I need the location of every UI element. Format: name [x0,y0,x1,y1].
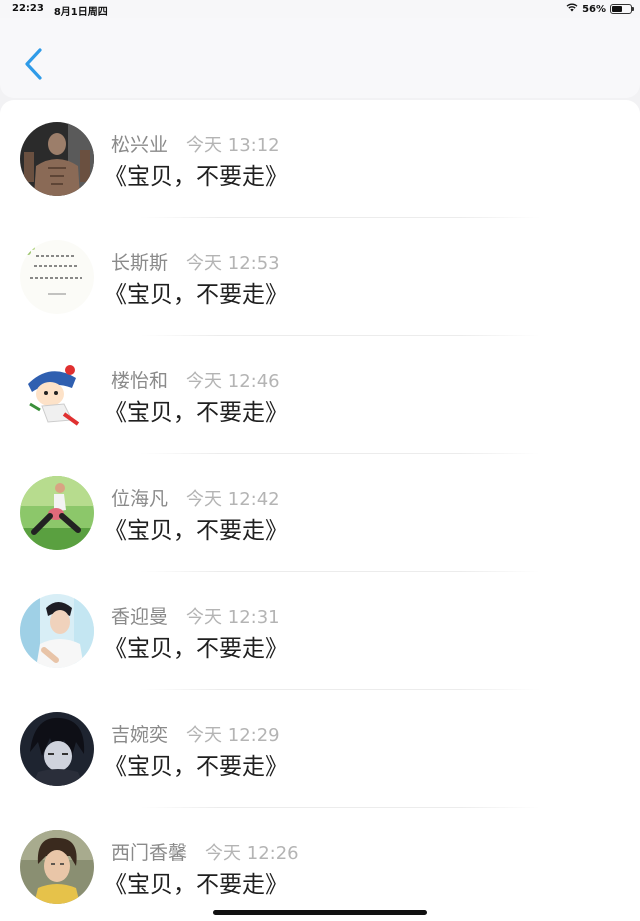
battery-percent: 56% [582,3,606,15]
message-text: 《宝贝，不要走》 [104,754,288,780]
status-right: 56% [566,3,634,15]
message-time: 今天 12:53 [186,253,280,274]
message-text: 《宝贝，不要走》 [104,282,288,308]
message-text: 《宝贝，不要走》 [104,400,288,426]
sender-name-text: 香迎曼 [111,606,169,628]
sender-name: 西门香馨 今天 12:26 [111,838,299,865]
sender-name: 楼怡和 今天 12:46 [111,366,280,393]
sender-name-text: 吉婉奕 [111,724,169,746]
message-time: 今天 13:12 [186,135,280,156]
avatar[interactable] [20,594,94,668]
sender-name: 位海凡 今天 12:42 [111,484,280,511]
back-button[interactable] [18,44,50,84]
avatar[interactable] [20,830,94,904]
avatar[interactable] [20,358,94,432]
sender-name-text: 长斯斯 [111,252,169,274]
sender-name-text: 楼怡和 [111,370,169,392]
navigation-bar [0,18,640,98]
message-time: 今天 12:26 [205,843,299,864]
message-text: 《宝贝，不要走》 [104,518,288,544]
wifi-icon [566,3,578,15]
message-text: 《宝贝，不要走》 [104,636,288,662]
status-left: 22:23 8月1日周四 [12,3,108,18]
avatar[interactable] [20,476,94,550]
battery-icon [610,4,634,14]
status-bar: 22:23 8月1日周四 56% [0,0,640,18]
list-item[interactable]: 香迎曼 今天 12:31 《宝贝，不要走》 [0,572,640,690]
sender-name-text: 位海凡 [111,488,169,510]
sender-name: 长斯斯 今天 12:53 [111,248,280,275]
avatar[interactable] [20,122,94,196]
avatar[interactable] [20,712,94,786]
message-text: 《宝贝，不要走》 [104,872,288,898]
message-time: 今天 12:42 [186,489,280,510]
message-time: 今天 12:31 [186,607,280,628]
sender-name: 香迎曼 今天 12:31 [111,602,280,629]
sender-name: 吉婉奕 今天 12:29 [111,720,280,747]
sender-name-text: 西门香馨 [111,842,188,864]
list-item[interactable]: 位海凡 今天 12:42 《宝贝，不要走》 [0,454,640,572]
status-time: 22:23 [12,3,44,14]
chevron-left-icon [25,48,42,80]
home-indicator[interactable] [213,910,427,915]
message-text: 《宝贝，不要走》 [104,164,288,190]
sender-name: 松兴业 今天 13:12 [111,130,280,157]
battery-level [612,6,623,12]
list-item[interactable]: 西门香馨 今天 12:26 《宝贝，不要走》 [0,808,640,921]
message-list[interactable]: 松兴业 今天 13:12 《宝贝，不要走》 长斯斯 今天 12:53 《宝贝，不要走… [0,100,640,921]
message-time: 今天 12:29 [186,725,280,746]
status-date: 8月1日周四 [53,7,108,18]
message-time: 今天 12:46 [186,371,280,392]
list-item[interactable]: 楼怡和 今天 12:46 《宝贝，不要走》 [0,336,640,454]
avatar[interactable] [20,240,94,314]
list-item[interactable]: 吉婉奕 今天 12:29 《宝贝，不要走》 [0,690,640,808]
list-item[interactable]: 长斯斯 今天 12:53 《宝贝，不要走》 [0,218,640,336]
sender-name-text: 松兴业 [111,134,169,156]
list-item[interactable]: 松兴业 今天 13:12 《宝贝，不要走》 [0,100,640,218]
